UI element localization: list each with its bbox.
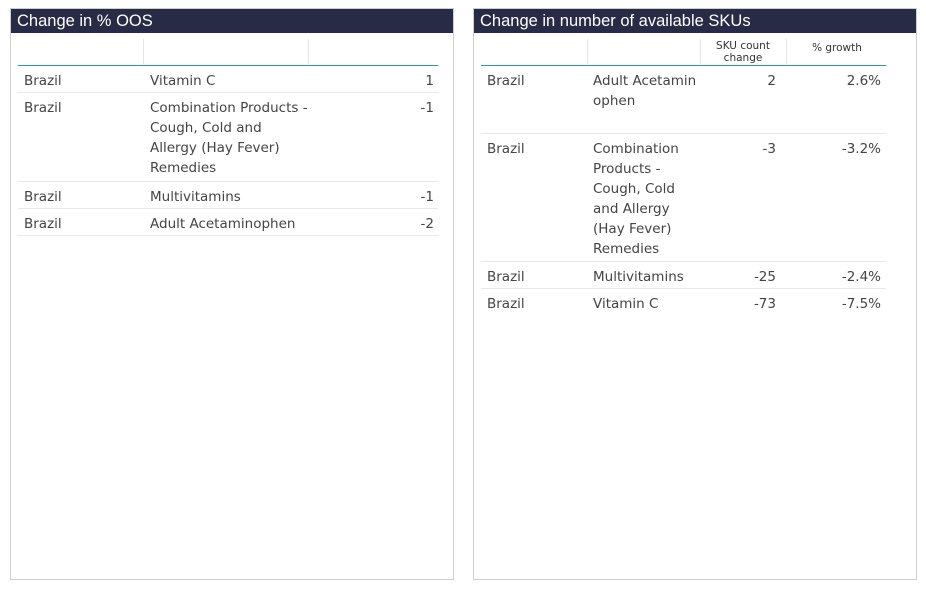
column-divider <box>143 39 144 65</box>
growth-cell: -7.5% <box>841 296 881 312</box>
product-cell: Vitamin C <box>150 73 216 89</box>
oos-table[interactable]: Brazil Vitamin C 1 Brazil Combination Pr… <box>18 39 438 236</box>
table-row[interactable]: Brazil Adult Acetaminophen -2 <box>18 209 438 236</box>
country-cell: Brazil <box>487 296 525 312</box>
country-cell: Brazil <box>24 100 62 116</box>
table-row[interactable]: Brazil Multivitamins -25 -2.4% <box>481 262 886 289</box>
sku-change-cell: 2 <box>767 73 776 89</box>
country-cell: Brazil <box>24 73 62 89</box>
column-divider <box>700 39 701 65</box>
product-cell: Multivitamins <box>593 269 684 285</box>
sku-change-cell: -3 <box>762 141 776 157</box>
product-cell: Combination Products - Cough, Cold and A… <box>150 100 308 176</box>
oos-value-cell: -2 <box>420 216 434 232</box>
table-row[interactable]: Brazil Combination Products - Cough, Col… <box>481 134 886 262</box>
pct-growth-header[interactable]: % growth <box>791 42 883 54</box>
country-cell: Brazil <box>24 189 62 205</box>
product-cell: Vitamin C <box>593 296 659 312</box>
country-cell: Brazil <box>24 216 62 232</box>
country-cell: Brazil <box>487 269 525 285</box>
table-row[interactable]: Brazil Vitamin C 1 <box>18 66 438 93</box>
product-cell: Combination Products - Cough, Cold and A… <box>593 141 679 257</box>
product-cell: Multivitamins <box>150 189 241 205</box>
oos-value-cell: -1 <box>420 189 434 205</box>
growth-cell: 2.6% <box>846 73 881 89</box>
column-divider <box>308 39 309 65</box>
column-divider <box>786 39 787 65</box>
oos-panel-title: Change in % OOS <box>11 9 453 33</box>
table-row[interactable]: Brazil Combination Products - Cough, Col… <box>18 93 438 182</box>
growth-cell: -2.4% <box>841 269 881 285</box>
table-row[interactable]: Brazil Adult Acetaminophen 2 2.6% <box>481 66 886 134</box>
oos-change-panel: Change in % OOS Brazil Vitamin C 1 Brazi… <box>10 8 454 580</box>
table-row[interactable]: Brazil Multivitamins -1 <box>18 182 438 209</box>
sku-change-cell: -73 <box>753 296 776 312</box>
column-divider <box>587 39 588 65</box>
sku-count-change-header[interactable]: SKU count change <box>703 40 783 64</box>
country-cell: Brazil <box>487 73 525 89</box>
growth-cell: -3.2% <box>841 141 881 157</box>
oos-value-cell: -1 <box>420 100 434 116</box>
product-cell: Adult Acetaminophen <box>593 73 697 109</box>
country-cell: Brazil <box>487 141 525 157</box>
product-cell: Adult Acetaminophen <box>150 216 296 232</box>
sku-panel-title: Change in number of available SKUs <box>474 9 916 33</box>
sku-change-cell: -25 <box>753 269 776 285</box>
sku-table-header: SKU count change % growth <box>481 39 886 66</box>
sku-change-panel: Change in number of available SKUs SKU c… <box>473 8 917 580</box>
oos-value-cell: 1 <box>425 73 434 89</box>
table-row[interactable]: Brazil Vitamin C -73 -7.5% <box>481 289 886 316</box>
oos-table-header <box>18 39 438 66</box>
sku-table[interactable]: SKU count change % growth Brazil Adult A… <box>481 39 886 316</box>
